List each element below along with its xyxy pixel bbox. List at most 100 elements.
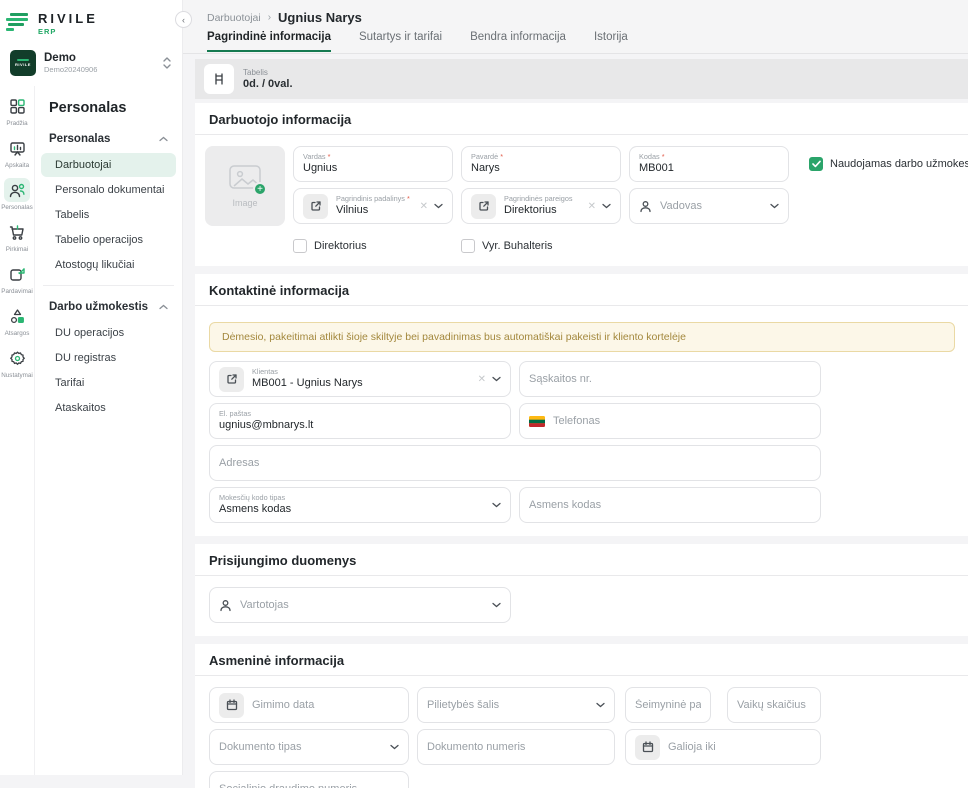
rail-item-personalas[interactable]: Personalas	[1, 178, 33, 211]
gimimo-data-placeholder: Gimimo data	[252, 699, 399, 711]
menu-section-label: Personalas	[49, 133, 110, 145]
tab-bendra-informacija[interactable]: Bendra informacija	[470, 31, 566, 52]
saskaitos-nr-input[interactable]: Sąskaitos nr.	[519, 361, 821, 397]
external-link-icon[interactable]	[471, 194, 496, 219]
chevron-down-icon[interactable]	[596, 702, 605, 708]
tab-sutartys-ir-tarifai[interactable]: Sutartys ir tarifai	[359, 31, 442, 52]
sidebar-item-personalo-dokumentai[interactable]: Personalo dokumentai	[41, 178, 176, 202]
external-link-icon[interactable]	[219, 367, 244, 392]
pavarde-value: Narys	[471, 162, 611, 175]
gimimo-data-input[interactable]: Gimimo data	[209, 687, 409, 723]
rivile-logo-icon	[6, 10, 30, 36]
pavarde-field[interactable]: Pavardė * Narys	[461, 146, 621, 182]
rail-item-pardavimai[interactable]: Pardavimai	[1, 262, 33, 295]
asmens-kodas-placeholder: Asmens kodas	[529, 499, 811, 511]
sidebar-item-du-operacijos[interactable]: DU operacijos	[41, 321, 176, 345]
rail-item-apskaita[interactable]: Apskaita	[4, 136, 30, 169]
employee-photo-upload[interactable]: Image +	[205, 146, 285, 226]
vaiku-skaicius-input[interactable]: Vaikų skaičius	[727, 687, 821, 723]
naudojamas-checkbox[interactable]	[809, 157, 823, 171]
mokesciu-tipas-value: Asmens kodas	[219, 503, 492, 516]
direktorius-checkbox[interactable]	[293, 239, 307, 253]
add-photo-icon[interactable]: +	[253, 182, 267, 196]
calendar-icon[interactable]	[219, 693, 244, 718]
chevron-down-icon[interactable]	[492, 376, 501, 382]
seimynine-placeholder: Šeimyninė padėtis	[635, 699, 701, 711]
menu-section-label: Darbo užmokestis	[49, 301, 148, 313]
rail-label: Nustatymai	[1, 372, 33, 379]
lithuania-flag-icon[interactable]	[529, 416, 545, 427]
vartotojas-select[interactable]: Vartotojas	[209, 587, 511, 623]
brand-logo[interactable]: RIVILE ERP	[0, 0, 182, 42]
content-scroll-area[interactable]: Darbuotojo informacija Image +	[195, 103, 968, 788]
menu-section-personalas[interactable]: Personalas	[41, 126, 176, 152]
soc-draudimo-input[interactable]: Socialinio draudimo numeris	[209, 771, 409, 788]
sidebar-item-atostogu-likuciai[interactable]: Atostogų likučiai	[41, 253, 176, 277]
seimynine-padetis-input[interactable]: Šeimyninė padėtis	[625, 687, 711, 723]
rail-item-nustatymai[interactable]: Nustatymai	[1, 346, 33, 379]
breadcrumb-parent[interactable]: Darbuotojai	[207, 12, 261, 24]
chevron-down-icon[interactable]	[390, 744, 399, 750]
chevron-down-icon[interactable]	[492, 502, 501, 508]
menu-section-darbo-uzmokestis[interactable]: Darbo užmokestis	[41, 294, 176, 320]
sidebar: RIVILE ERP RIVILE Demo Demo20240906	[0, 0, 183, 775]
required-asterisk: *	[500, 152, 503, 161]
rail-item-atsargos[interactable]: Atsargos	[4, 304, 30, 337]
pilietybes-salis-select[interactable]: Pilietybės šalis	[417, 687, 615, 723]
clear-icon[interactable]: ✕	[588, 201, 596, 212]
tab-pagrindine-informacija[interactable]: Pagrindinė informacija	[207, 31, 331, 52]
external-link-icon[interactable]	[303, 194, 328, 219]
tabelis-icon[interactable]	[204, 64, 234, 94]
mokesciu-kodo-tipas-select[interactable]: Mokesčių kodo tipas Asmens kodas	[209, 487, 511, 523]
brand-product: ERP	[38, 27, 98, 36]
rail-item-pirkimai[interactable]: Pirkimai	[4, 220, 30, 253]
vardas-field[interactable]: Vardas * Ugnius	[293, 146, 453, 182]
galioja-iki-input[interactable]: Galioja iki	[625, 729, 821, 765]
dokumento-numeris-input[interactable]: Dokumento numeris	[417, 729, 615, 765]
sidebar-item-tarifai[interactable]: Tarifai	[41, 371, 176, 395]
sidebar-item-darbuotojai[interactable]: Darbuotojai	[41, 153, 176, 177]
vadovas-select[interactable]: Vadovas	[629, 188, 789, 224]
person-icon	[219, 599, 232, 612]
padalinys-value: Vilnius	[336, 204, 416, 217]
gear-icon	[4, 346, 30, 370]
padalinys-field[interactable]: Pagrindinis padalinys * Vilnius ✕	[293, 188, 453, 224]
vyr-buhalteris-checkbox[interactable]	[461, 239, 475, 253]
adresas-placeholder: Adresas	[219, 457, 811, 469]
required-asterisk: *	[328, 152, 331, 161]
clear-icon[interactable]: ✕	[478, 374, 486, 385]
sidebar-item-tabelio-operacijos[interactable]: Tabelio operacijos	[41, 228, 176, 252]
pareigos-field[interactable]: Pagrindinės pareigos Direktorius ✕	[461, 188, 621, 224]
section-title: Prisijungimo duomenys	[195, 544, 968, 575]
klientas-field[interactable]: Klientas MB001 - Ugnius Narys ✕	[209, 361, 511, 397]
chevron-down-icon[interactable]	[602, 203, 611, 209]
telefonas-input[interactable]: Telefonas	[519, 403, 821, 439]
chevron-down-icon[interactable]	[770, 203, 779, 209]
rail-item-pradzia[interactable]: Pradžia	[4, 94, 30, 127]
section-employee-info: Darbuotojo informacija Image +	[195, 103, 968, 266]
app-window: RIVILE ERP RIVILE Demo Demo20240906	[0, 0, 968, 788]
sales-icon	[4, 262, 30, 286]
warning-banner: Dėmesio, pakeitimai atlikti šioje skilty…	[209, 322, 955, 352]
calendar-icon[interactable]	[635, 735, 660, 760]
chevron-down-icon[interactable]	[434, 203, 443, 209]
board-chart-icon	[4, 136, 30, 160]
telefonas-placeholder: Telefonas	[553, 415, 811, 427]
workspace-selector[interactable]: RIVILE Demo Demo20240906	[0, 42, 182, 86]
el-pastas-field[interactable]: El. paštas ugnius@mbnarys.lt	[209, 403, 511, 439]
chevron-down-icon[interactable]	[492, 602, 501, 608]
section-personal-info: Asmeninė informacija Gimimo data	[195, 644, 968, 788]
clear-icon[interactable]: ✕	[420, 201, 428, 212]
chevron-up-icon	[159, 136, 168, 142]
sidebar-item-tabelis[interactable]: Tabelis	[41, 203, 176, 227]
sidebar-item-du-registras[interactable]: DU registras	[41, 346, 176, 370]
asmens-kodas-input[interactable]: Asmens kodas	[519, 487, 821, 523]
menu-title: Personalas	[41, 96, 176, 126]
sidebar-collapse-button[interactable]: ‹	[175, 11, 192, 28]
adresas-input[interactable]: Adresas	[209, 445, 821, 481]
tab-istorija[interactable]: Istorija	[594, 31, 628, 52]
workspace-switch-icon[interactable]	[162, 56, 172, 70]
sidebar-item-ataskaitos[interactable]: Ataskaitos	[41, 396, 176, 420]
dokumento-tipas-select[interactable]: Dokumento tipas	[209, 729, 409, 765]
kodas-field[interactable]: Kodas * MB001	[629, 146, 789, 182]
